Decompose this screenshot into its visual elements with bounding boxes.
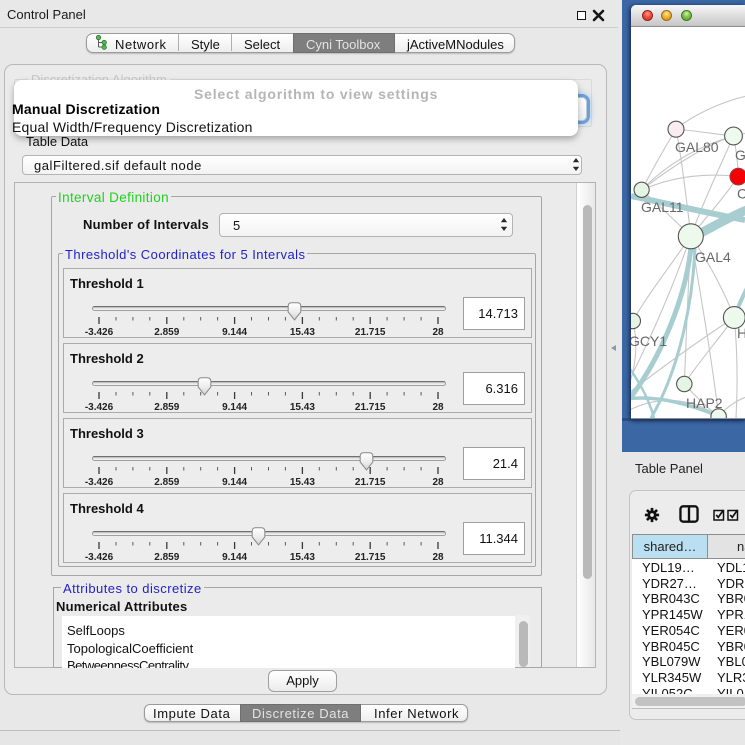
svg-text:GAL80: GAL80 (675, 139, 719, 155)
svg-text:GA: GA (735, 147, 745, 163)
svg-text:H: H (737, 325, 745, 341)
svg-text:GAL11: GAL11 (641, 199, 684, 215)
svg-text:HAP2: HAP2 (686, 395, 723, 411)
svg-text:GAL4: GAL4 (695, 249, 731, 265)
svg-text:GCY1: GCY1 (631, 333, 667, 349)
svg-text:C: C (737, 186, 745, 202)
